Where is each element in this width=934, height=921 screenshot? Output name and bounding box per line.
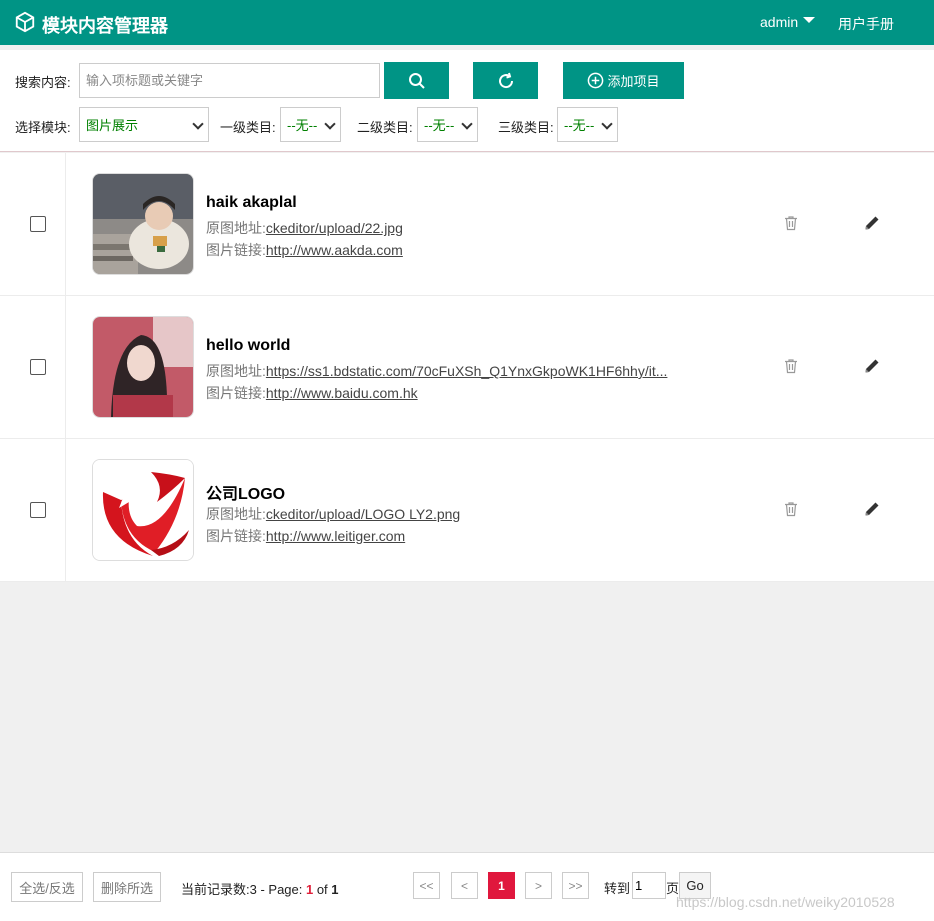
item-thumbnail [92, 459, 194, 561]
cat3-label: 三级类目: [498, 120, 554, 135]
list-item: hello world 原图地址:https://ss1.bdstatic.co… [0, 296, 934, 439]
search-button[interactable] [384, 62, 449, 99]
search-icon [408, 72, 425, 89]
caret-down-icon[interactable] [803, 17, 815, 23]
photo-thumbnail-image [93, 317, 193, 417]
source-link[interactable]: https://ss1.bdstatic.com/70cFuXSh_Q1YnxG… [266, 363, 668, 379]
next-page-button[interactable]: > [525, 872, 552, 899]
image-link[interactable]: http://www.leitiger.com [266, 528, 405, 544]
item-list: haik akaplal 原图地址:ckeditor/upload/22.jpg… [0, 153, 934, 582]
add-item-button[interactable]: 添加项目 [563, 62, 684, 99]
cat1-label: 一级类目: [220, 120, 276, 135]
item-link: 图片链接:http://www.baidu.com.hk [206, 383, 418, 403]
page-1-button[interactable]: 1 [488, 872, 515, 899]
checkbox-cell [0, 153, 66, 295]
trash-icon[interactable] [783, 215, 799, 231]
search-input[interactable] [79, 63, 380, 98]
page-info: 当前记录数:3 - Page: 1 of 1 [181, 879, 339, 898]
link-label: 图片链接: [206, 528, 266, 544]
user-menu[interactable]: admin [760, 14, 798, 30]
photo-thumbnail-image [93, 174, 193, 274]
module-select-value: 图片展示 [86, 118, 139, 133]
chevron-down-icon [192, 118, 204, 130]
prev-page-button[interactable]: < [451, 872, 478, 899]
goto-label: 转到 [604, 881, 631, 896]
pencil-icon[interactable] [864, 358, 880, 374]
source-label: 原图地址: [206, 220, 266, 236]
cat1-select[interactable]: --无-- [280, 107, 341, 142]
cat2-select-value: --无-- [424, 118, 455, 133]
pencil-icon[interactable] [864, 501, 880, 517]
pencil-icon[interactable] [864, 215, 880, 231]
source-link[interactable]: ckeditor/upload/LOGO LY2.png [266, 506, 460, 522]
app-title: 模块内容管理器 [42, 16, 168, 36]
module-label: 选择模块: [15, 120, 71, 135]
list-item: haik akaplal 原图地址:ckeditor/upload/22.jpg… [0, 153, 934, 296]
total-pages-number: 1 [331, 882, 339, 897]
chevron-down-icon [324, 118, 336, 130]
refresh-icon [498, 72, 513, 88]
source-label: 原图地址: [206, 363, 266, 379]
select-all-button[interactable]: 全选/反选 [11, 872, 83, 902]
module-select[interactable]: 图片展示 [79, 107, 209, 142]
item-title: hello world [206, 337, 291, 354]
trash-icon[interactable] [783, 501, 799, 517]
chevron-down-icon [461, 118, 473, 130]
item-checkbox[interactable] [30, 216, 46, 232]
cat3-select[interactable]: --无-- [557, 107, 618, 142]
item-link: 图片链接:http://www.aakda.com [206, 240, 403, 260]
company-logo-image [93, 460, 193, 560]
records-text: 当前记录数:3 - Page: [181, 882, 306, 897]
delete-selected-button[interactable]: 删除所选 [93, 872, 161, 902]
item-checkbox[interactable] [30, 359, 46, 375]
pagination-footer: 全选/反选 删除所选 当前记录数:3 - Page: 1 of 1 << < 1… [0, 852, 934, 921]
trash-icon[interactable] [783, 358, 799, 374]
item-link: 图片链接:http://www.leitiger.com [206, 526, 405, 546]
cat2-select[interactable]: --无-- [417, 107, 478, 142]
app-header: 模块内容管理器 admin 用户手册 [0, 0, 934, 45]
user-manual-link[interactable]: 用户手册 [838, 14, 894, 34]
search-label: 搜索内容: [15, 75, 71, 90]
filter-toolbar: 搜索内容: 添加项目 选择模块: 图片展示 一级类目: --无-- 二级类目: … [0, 50, 934, 152]
source-label: 原图地址: [206, 506, 266, 522]
checkbox-cell [0, 439, 66, 581]
item-source: 原图地址:ckeditor/upload/LOGO LY2.png [206, 504, 460, 524]
link-label: 图片链接: [206, 242, 266, 258]
item-source: 原图地址:https://ss1.bdstatic.com/70cFuXSh_Q… [206, 361, 667, 381]
image-link[interactable]: http://www.baidu.com.hk [266, 385, 418, 401]
chevron-down-icon [601, 118, 613, 130]
item-title: haik akaplal [206, 194, 297, 211]
of-text: of [313, 882, 332, 897]
item-source: 原图地址:ckeditor/upload/22.jpg [206, 218, 403, 238]
list-item: 公司LOGO 原图地址:ckeditor/upload/LOGO LY2.png… [0, 439, 934, 582]
item-checkbox[interactable] [30, 502, 46, 518]
source-link[interactable]: ckeditor/upload/22.jpg [266, 220, 403, 236]
cube-icon [15, 11, 35, 33]
first-page-button[interactable]: << [413, 872, 440, 899]
page-number-input[interactable] [632, 872, 666, 899]
item-thumbnail [92, 316, 194, 418]
add-item-label: 添加项目 [607, 74, 660, 89]
item-thumbnail [92, 173, 194, 275]
item-title: 公司LOGO [206, 486, 286, 503]
refresh-button[interactable] [473, 62, 538, 99]
cat3-select-value: --无-- [564, 118, 595, 133]
plus-circle-icon [588, 72, 604, 89]
cat2-label: 二级类目: [357, 120, 413, 135]
cat1-select-value: --无-- [287, 118, 318, 133]
watermark-text: https://blog.csdn.net/weiky2010528 [676, 894, 895, 910]
checkbox-cell [0, 296, 66, 438]
last-page-button[interactable]: >> [562, 872, 589, 899]
image-link[interactable]: http://www.aakda.com [266, 242, 403, 258]
link-label: 图片链接: [206, 385, 266, 401]
